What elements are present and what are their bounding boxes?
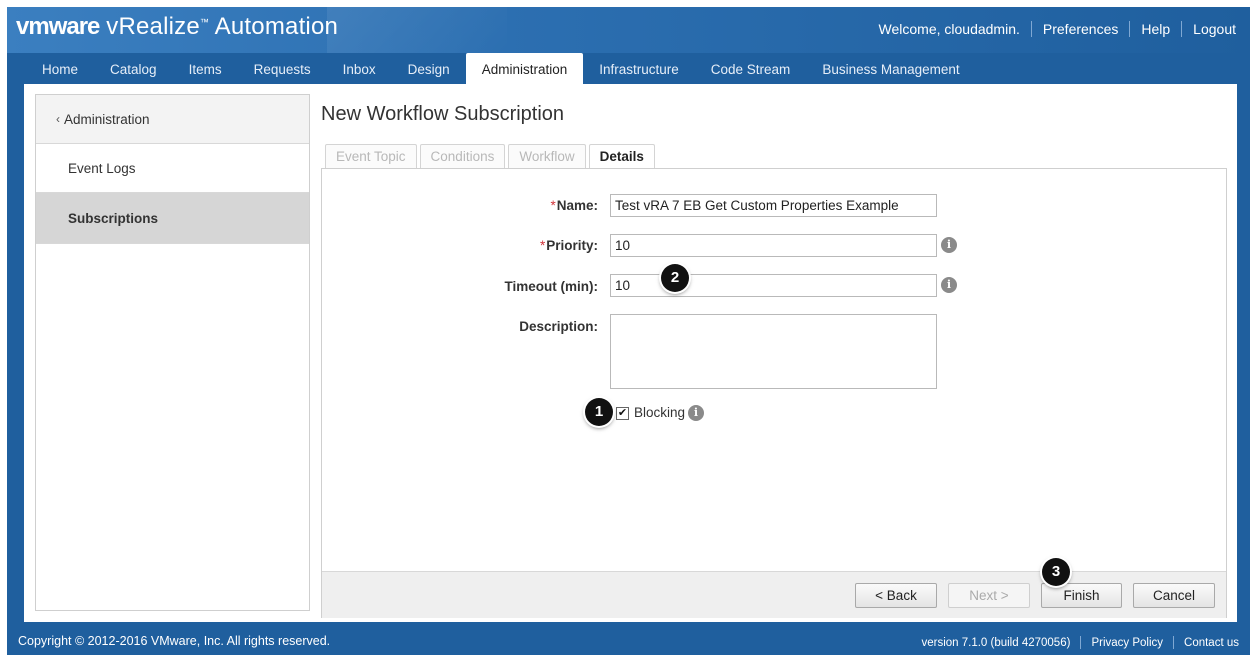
step-marker-3: 3 [1042, 558, 1070, 586]
privacy-policy-link[interactable]: Privacy Policy [1081, 637, 1173, 649]
finish-button[interactable]: Finish [1041, 583, 1122, 608]
main-nav: Home Catalog Items Requests Inbox Design… [7, 53, 1250, 84]
logout-link[interactable]: Logout [1182, 21, 1236, 37]
priority-label-text: Priority: [546, 238, 598, 253]
blocking-label: Blocking [634, 405, 686, 420]
nav-tab-infrastructure[interactable]: Infrastructure [583, 53, 695, 84]
description-label: Description: [519, 319, 598, 334]
page-footer: Copyright © 2012-2016 VMware, Inc. All r… [7, 632, 1250, 655]
step-marker-1: 1 [585, 398, 613, 426]
sidebar-item-subscriptions[interactable]: Subscriptions [36, 193, 309, 244]
help-link[interactable]: Help [1130, 21, 1181, 37]
blocking-checkbox[interactable]: ✔ [616, 407, 629, 420]
preferences-link[interactable]: Preferences [1032, 21, 1129, 37]
nav-tab-catalog[interactable]: Catalog [94, 53, 173, 84]
cancel-button[interactable]: Cancel [1133, 583, 1215, 608]
details-panel: *Name: *Priority: i Timeout (min): i Des… [321, 168, 1227, 618]
timeout-label: Timeout (min): [504, 279, 599, 294]
product-logo: vmware vRealize™ Automation [16, 13, 338, 41]
nav-tab-design[interactable]: Design [392, 53, 466, 84]
page-title: New Workflow Subscription [321, 103, 565, 125]
sidebar-back-label: Administration [64, 111, 150, 127]
nav-tab-code-stream[interactable]: Code Stream [695, 53, 807, 84]
timeout-field[interactable] [610, 274, 937, 297]
contact-us-link[interactable]: Contact us [1174, 637, 1239, 649]
app-window: vmware vRealize™ Automation Welcome, clo… [7, 7, 1250, 655]
sidebar: ‹ Administration Event Logs Subscription… [35, 94, 310, 611]
priority-info-icon[interactable]: i [941, 237, 957, 253]
wizard-tabs: Event Topic Conditions Workflow Details [325, 144, 658, 170]
tab-workflow[interactable]: Workflow [508, 144, 586, 168]
chevron-left-icon: ‹ [56, 112, 60, 126]
user-links: Welcome, cloudadmin. Preferences Help Lo… [868, 21, 1236, 37]
wizard-button-bar: < Back Next > Finish Cancel [322, 571, 1226, 618]
version-text: version 7.1.0 (build 4270056) [921, 636, 1071, 649]
nav-tab-items[interactable]: Items [173, 53, 238, 84]
welcome-text: Welcome, cloudadmin. [878, 21, 1020, 37]
sidebar-item-event-logs[interactable]: Event Logs [36, 144, 309, 193]
content-area: ‹ Administration Event Logs Subscription… [24, 84, 1237, 622]
tab-details[interactable]: Details [588, 144, 655, 170]
nav-tab-business-management[interactable]: Business Management [806, 53, 975, 84]
product-suffix: Automation [214, 13, 339, 40]
timeout-info-icon[interactable]: i [941, 277, 957, 293]
description-field[interactable] [610, 314, 937, 389]
blocking-info-icon[interactable]: i [688, 405, 704, 421]
tab-conditions[interactable]: Conditions [419, 144, 506, 168]
required-mark: * [550, 198, 556, 213]
nav-tab-requests[interactable]: Requests [238, 53, 327, 84]
product-name: vRealize [106, 13, 200, 40]
next-button[interactable]: Next > [948, 583, 1030, 608]
name-label: *Name: [438, 198, 598, 213]
trademark-mark: ™ [199, 17, 210, 27]
footer-links: version 7.1.0 (build 4270056) Privacy Po… [911, 636, 1239, 649]
name-field[interactable] [610, 194, 937, 217]
tab-event-topic[interactable]: Event Topic [325, 144, 417, 168]
copyright-text: Copyright © 2012-2016 VMware, Inc. All r… [18, 634, 331, 648]
sidebar-back-administration[interactable]: ‹ Administration [36, 95, 309, 144]
name-label-text: Name: [556, 198, 598, 213]
priority-label: *Priority: [438, 238, 598, 253]
step-marker-2: 2 [661, 264, 689, 292]
nav-tab-home[interactable]: Home [26, 53, 94, 84]
back-button[interactable]: < Back [855, 583, 937, 608]
vmware-wordmark: vmware [16, 13, 100, 40]
priority-field[interactable] [610, 234, 937, 257]
nav-tab-administration[interactable]: Administration [465, 53, 584, 84]
nav-tab-inbox[interactable]: Inbox [327, 53, 392, 84]
top-header: vmware vRealize™ Automation Welcome, clo… [7, 7, 1250, 53]
required-mark: * [539, 238, 546, 253]
